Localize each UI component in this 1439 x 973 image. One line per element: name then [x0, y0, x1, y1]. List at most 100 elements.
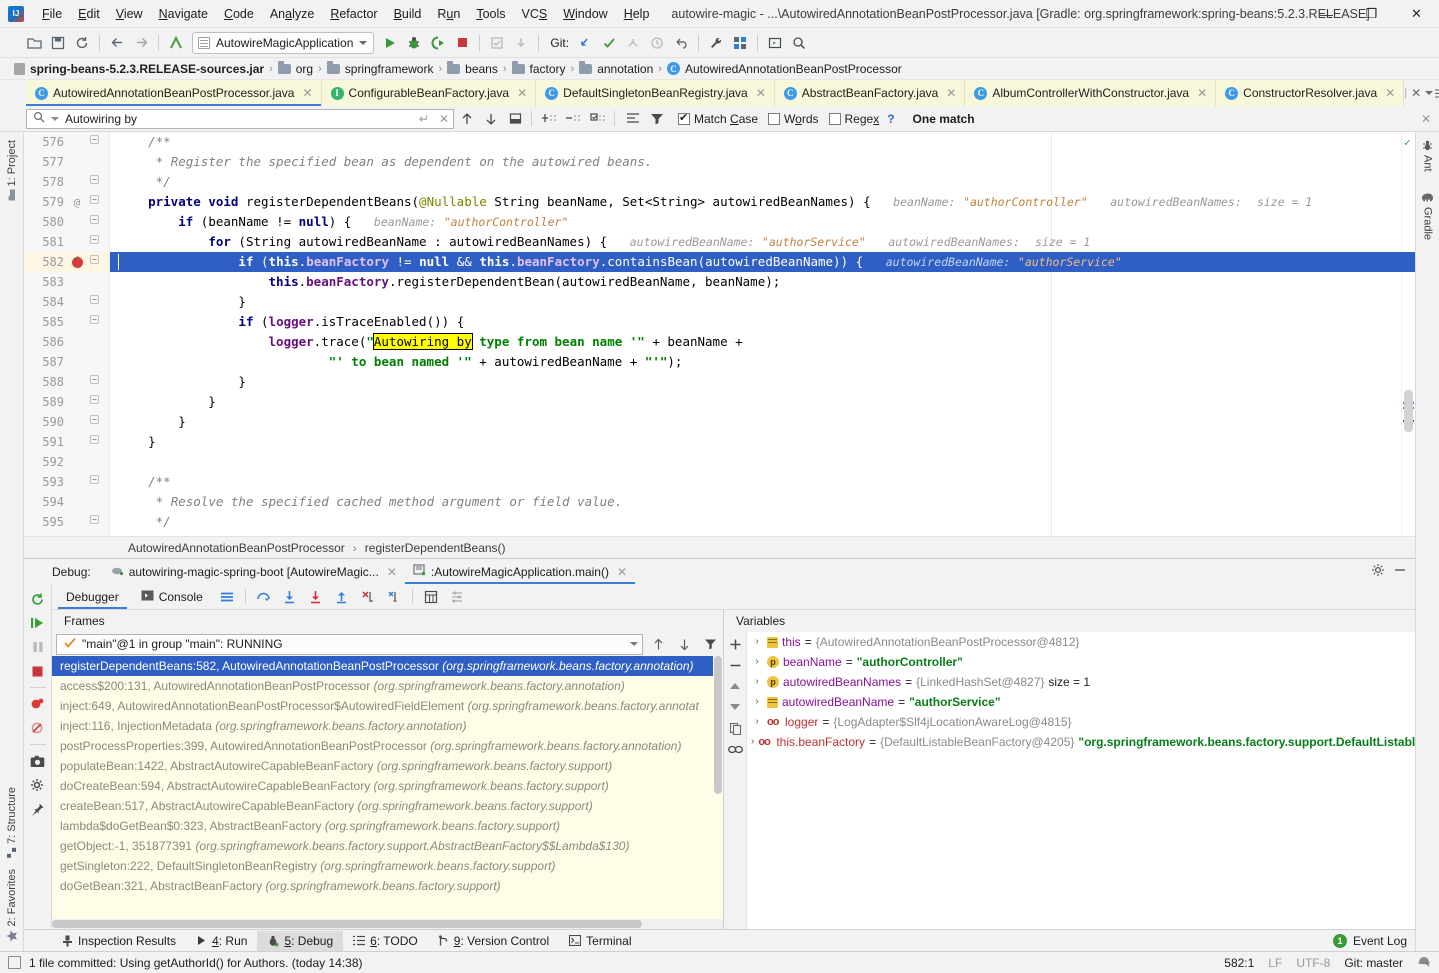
bottom-tab-inspection-results[interactable]: Inspection Results	[52, 931, 186, 951]
build-project-icon[interactable]	[485, 31, 509, 55]
step-over-icon[interactable]	[252, 586, 276, 608]
regex-help-icon[interactable]: ?	[887, 112, 894, 126]
editor-gutter[interactable]: 576577578579@580581582583584585586587588…	[24, 132, 110, 536]
open-icon[interactable]	[22, 31, 46, 55]
frames-hscroll-thumb[interactable]	[52, 920, 642, 928]
thread-selector[interactable]: "main"@1 in group "main": RUNNING	[56, 634, 643, 655]
find-in-selection-button[interactable]	[622, 109, 644, 129]
bottom-tab-debug[interactable]: 5: Debug	[257, 931, 343, 951]
chevron-right-icon[interactable]: ›	[751, 652, 763, 672]
gutter-row-589[interactable]: 589	[24, 392, 109, 412]
code-line-587[interactable]: "' to bean named '" + autowiredBeanName …	[110, 352, 1415, 372]
code-line-586[interactable]: logger.trace("Autowiring by type from be…	[110, 332, 1415, 352]
open-in-find-window-button[interactable]	[504, 109, 526, 129]
gutter-row-579[interactable]: 579@	[24, 192, 109, 212]
chevron-right-icon[interactable]: ›	[751, 672, 763, 692]
frames-horizontal-scrollbar[interactable]	[52, 919, 723, 929]
bottom-tab-run[interactable]: 4: Run	[186, 931, 257, 951]
gutter-row-576[interactable]: 576	[24, 132, 109, 152]
settings-list-icon[interactable]	[445, 586, 469, 608]
find-next-button[interactable]	[480, 109, 502, 129]
file-encoding[interactable]: UTF-8	[1296, 956, 1330, 970]
fold-toggle-icon[interactable]	[86, 395, 102, 409]
variable-row[interactable]: ›pautowiredBeanNames = {LinkedHashSet@48…	[747, 672, 1415, 692]
frame-row[interactable]: registerDependentBeans:582, AutowiredAnn…	[52, 656, 723, 676]
debug-session-tab-1[interactable]: :AutowireMagicApplication.main() ✕	[405, 560, 635, 583]
debug-session-tab-0[interactable]: autowiring-magic-spring-boot [AutowireMa…	[103, 560, 405, 583]
inspect-icon[interactable]	[725, 739, 745, 759]
fold-toggle-icon[interactable]	[86, 475, 102, 489]
remove-watch-icon[interactable]	[725, 655, 745, 675]
frame-row[interactable]: getSingleton:222, DefaultSingletonBeanRe…	[52, 856, 723, 876]
frame-row[interactable]: access$200:131, AutowiredAnnotationBeanP…	[52, 676, 723, 696]
close-icon-tab4[interactable]: ✕	[1197, 86, 1207, 100]
editor-tab-3[interactable]: C AbstractBeanFactory.java ✕	[775, 80, 966, 106]
vcs-history-icon[interactable]	[645, 31, 669, 55]
bottom-tab-todo[interactable]: 6: TODO	[343, 931, 428, 951]
fold-toggle-icon[interactable]	[86, 315, 102, 329]
filter-button[interactable]	[646, 109, 668, 129]
words-checkbox[interactable]: Words	[768, 112, 818, 126]
copy-icon[interactable]	[725, 718, 745, 738]
close-icon-tab0[interactable]: ✕	[302, 86, 312, 100]
layout-settings-icon[interactable]	[215, 586, 239, 608]
close-icon-tab3[interactable]: ✕	[946, 86, 956, 100]
close-icon-current[interactable]: ✕	[1411, 86, 1421, 100]
sync-icon[interactable]	[70, 31, 94, 55]
screenshot-icon[interactable]	[27, 750, 49, 772]
frame-row[interactable]: postProcessProperties:399, AutowiredAnno…	[52, 736, 723, 756]
fold-toggle-icon[interactable]	[86, 195, 102, 209]
breadcrumb-item-factory[interactable]: factory	[530, 62, 566, 76]
gutter-row-590[interactable]: 590	[24, 412, 109, 432]
tab-list-button[interactable]: 4	[1425, 88, 1439, 99]
code-line-589[interactable]: }	[110, 392, 1415, 412]
project-structure-icon[interactable]	[728, 31, 752, 55]
save-icon[interactable]	[46, 31, 70, 55]
stop-icon[interactable]	[450, 31, 474, 55]
search-history-chevron-icon[interactable]	[51, 117, 59, 121]
gutter-row-584[interactable]: 584	[24, 292, 109, 312]
find-previous-button[interactable]	[456, 109, 478, 129]
evaluate-expression-icon[interactable]	[419, 586, 443, 608]
event-log-area[interactable]: 1 Event Log	[1333, 934, 1415, 948]
editor-tab-4[interactable]: C AlbumControllerWithConstructor.java ✕	[965, 80, 1216, 106]
fold-toggle-icon[interactable]	[86, 415, 102, 429]
rerun-icon[interactable]	[27, 588, 49, 610]
menu-edit[interactable]: Edit	[70, 2, 108, 26]
sidebar-item-gradle[interactable]: Gradle	[1421, 186, 1434, 246]
view-breakpoints-icon[interactable]	[27, 693, 49, 715]
code-line-583[interactable]: this.beanFactory.registerDependentBean(a…	[110, 272, 1415, 292]
menu-window[interactable]: Window	[555, 2, 615, 26]
gutter-row-578[interactable]: 578	[24, 172, 109, 192]
editor-breadcrumb-method[interactable]: registerDependentBeans()	[365, 541, 506, 555]
run-with-coverage-icon[interactable]	[426, 31, 450, 55]
frame-row[interactable]: populateBean:1422, AbstractAutowireCapab…	[52, 756, 723, 776]
close-icon-tab2[interactable]: ✕	[756, 86, 766, 100]
fold-toggle-icon[interactable]	[86, 515, 102, 529]
line-separator[interactable]: LF	[1268, 956, 1282, 970]
sidebar-item-structure[interactable]: 7: Structure	[6, 781, 18, 863]
force-step-into-icon[interactable]	[304, 586, 328, 608]
frame-row[interactable]: doGetBean:321, AbstractBeanFactory (org.…	[52, 876, 723, 896]
menu-file[interactable]: FFileile	[34, 2, 70, 26]
menu-view[interactable]: View	[108, 2, 151, 26]
tab-console[interactable]: Console	[131, 585, 213, 608]
variable-row[interactable]: ›pbeanName = "authorController"	[747, 652, 1415, 672]
menu-run[interactable]: Run	[429, 2, 468, 26]
fold-toggle-icon[interactable]	[86, 175, 102, 189]
breadcrumb-item-jar[interactable]: spring-beans-5.2.3.RELEASE-sources.jar	[30, 62, 264, 76]
git-branch[interactable]: Git: master	[1344, 956, 1403, 970]
code-line-576[interactable]: /**	[110, 132, 1415, 152]
code-line-588[interactable]: }	[110, 372, 1415, 392]
frame-row[interactable]: getObject:-1, 351877391 (org.springframe…	[52, 836, 723, 856]
frames-filter-button[interactable]	[699, 634, 721, 655]
code-line-591[interactable]: }	[110, 432, 1415, 452]
fold-toggle-icon[interactable]	[86, 235, 102, 249]
frames-move-down-button[interactable]	[673, 634, 695, 655]
frames-scrollbar[interactable]	[713, 656, 723, 919]
menu-vcs[interactable]: VCS	[514, 2, 556, 26]
variable-row[interactable]: ›autowiredBeanName = "authorService"	[747, 692, 1415, 712]
select-all-occurrences-button[interactable]	[539, 109, 561, 129]
move-down-icon[interactable]	[725, 697, 745, 717]
frame-row[interactable]: createBean:517, AbstractAutowireCapableB…	[52, 796, 723, 816]
